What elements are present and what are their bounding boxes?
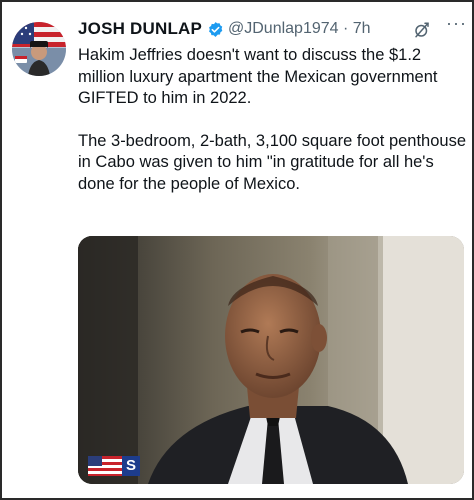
tweet-body: Hakim Jeffries doesn't want to discuss t…	[78, 45, 470, 195]
verified-badge-icon	[207, 21, 224, 38]
tweet-header: JOSH DUNLAP @JDunlap1974 · 7h ···	[78, 13, 472, 41]
author-name[interactable]: JOSH DUNLAP	[78, 19, 202, 39]
tweet-card[interactable]: JOSH DUNLAP @JDunlap1974 · 7h ··· Hakim …	[0, 0, 474, 500]
author-handle[interactable]: @JDunlap1974 · 7h	[228, 20, 371, 38]
more-options-icon[interactable]: ···	[446, 13, 467, 34]
tweet-photo[interactable]: S	[78, 236, 464, 484]
flag-icon	[88, 456, 122, 476]
handle-text: @JDunlap1974	[228, 20, 339, 37]
logo-letter: S	[122, 456, 140, 476]
avatar[interactable]	[12, 22, 66, 76]
grok-icon[interactable]	[413, 21, 431, 39]
channel-logo: S	[88, 456, 140, 476]
tweet-paragraph-2: The 3-bedroom, 2-bath, 3,100 square foot…	[78, 131, 467, 193]
photo-image	[78, 236, 464, 484]
separator: ·	[343, 20, 349, 37]
timestamp[interactable]: 7h	[353, 20, 371, 37]
tweet-paragraph-1: Hakim Jeffries doesn't want to discuss t…	[78, 46, 438, 107]
avatar-image	[12, 22, 66, 76]
